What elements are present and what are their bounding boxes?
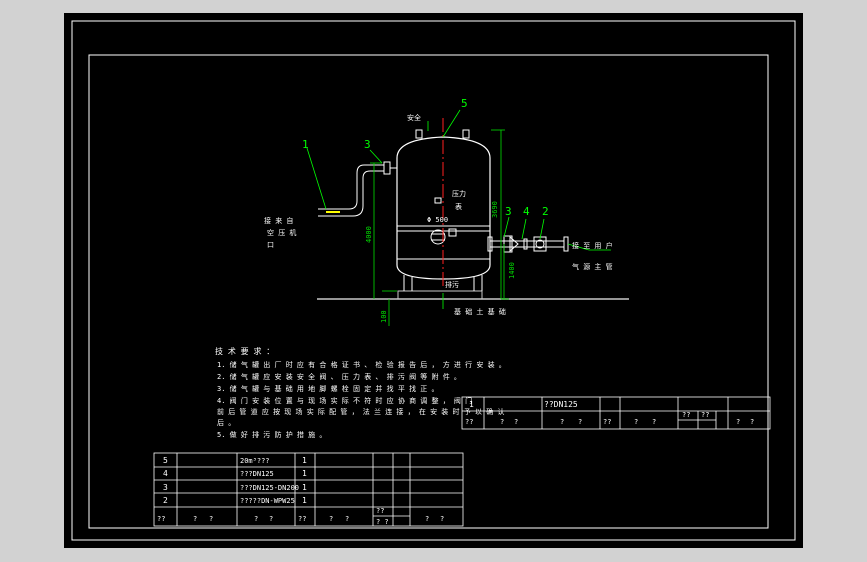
left-table-header: ? ? (376, 518, 389, 526)
dimension-lines (370, 129, 509, 326)
right-table-no: 1 (469, 400, 474, 409)
left-table-header: ? (209, 515, 213, 523)
dim-outlet-height: 1400 (508, 262, 516, 279)
left-table-no: 3 (163, 483, 168, 492)
label-foundation: 基 础 土 基 础 (454, 307, 506, 316)
left-table-name: ???DN125-DN200 (240, 484, 299, 492)
right-table-header: ? (750, 418, 754, 426)
label-inlet-3: 口 (267, 241, 274, 249)
label-outlet-1: 接 至 用 户 (572, 241, 613, 250)
inlet-pipe (318, 161, 397, 217)
label-inlet-2: 空 压 机 (267, 228, 296, 237)
outer-frame (71, 20, 796, 541)
left-table-header: ? (193, 515, 197, 523)
right-table-header: ? (634, 418, 638, 426)
right-table-header: ? (736, 418, 740, 426)
label-manhole: Φ 500 (427, 216, 448, 224)
left-table-header: ? (345, 515, 349, 523)
label-safety-valve: 安全 (407, 113, 421, 122)
callout-2: 2 (542, 205, 549, 218)
left-table-no: 4 (163, 469, 168, 478)
note-line: 前 后 管 道 应 按 现 场 实 际 配 管 ， 法 兰 连 接 ， 在 安 … (217, 407, 504, 416)
right-table-header: ?? (603, 418, 611, 426)
note-line: 3. 储 气 罐 与 基 础 用 地 脚 螺 栓 固 定 并 找 平 找 正 。 (217, 384, 439, 393)
left-table-header: ? (440, 515, 444, 523)
left-table-header: ? (329, 515, 333, 523)
left-table-qty: 1 (302, 496, 307, 505)
right-table-header: ?? (701, 411, 709, 419)
left-table-header: ?? (376, 507, 384, 515)
left-table-qty: 1 (302, 469, 307, 478)
dim-base-height: 100 (380, 310, 388, 323)
left-table-no: 2 (163, 496, 168, 505)
right-table-header: ? (560, 418, 564, 426)
left-table-header: ? (254, 515, 258, 523)
left-table-header: ? (425, 515, 429, 523)
label-pressure-sub: 表 (455, 202, 462, 211)
left-table-header: ? (269, 515, 273, 523)
note-line: 后 。 (217, 418, 235, 427)
label-outlet-2: 气 源 主 管 (572, 262, 613, 271)
left-table-no: 5 (163, 456, 168, 465)
drawing-canvas: 1 3 5 3 4 2 安全 压力 表 接 来 自 空 压 机 口 接 至 用 … (71, 20, 796, 541)
right-table-name: ??DN125 (544, 400, 578, 409)
callout-3-left: 3 (364, 138, 371, 151)
left-table-name: ?????DN-WPW25 (240, 497, 295, 505)
right-table-header: ? (578, 418, 582, 426)
left-table-name: 20m³??? (240, 457, 270, 465)
callout-1: 1 (302, 138, 309, 151)
callout-4: 4 (523, 205, 530, 218)
left-table-header: ?? (298, 515, 306, 523)
foundation-block (397, 290, 483, 300)
right-table-header: ?? (682, 411, 690, 419)
note-line: 4. 阀 门 安 装 位 置 与 现 场 实 际 不 符 时 应 协 商 调 整… (217, 396, 472, 405)
label-drain: 排污 (445, 280, 459, 289)
left-table-qty: 1 (302, 483, 307, 492)
note-line: 2. 储 气 罐 应 安 装 安 全 阀 、 压 力 表 、 排 污 阀 等 附… (217, 372, 461, 381)
cad-viewport[interactable]: 1 3 5 3 4 2 安全 压力 表 接 来 自 空 压 机 口 接 至 用 … (64, 13, 803, 548)
note-line: 5. 做 好 排 污 防 护 措 施 。 (217, 430, 326, 439)
left-table-header: ?? (157, 515, 165, 523)
right-table-header: ? (500, 418, 504, 426)
parts-table-left (153, 452, 464, 527)
right-table-header: ?? (465, 418, 473, 426)
callout-3-right: 3 (505, 205, 512, 218)
pressure-gauge (434, 197, 442, 204)
parts-table-right (461, 396, 771, 430)
note-line: 1. 储 气 罐 出 厂 时 应 有 合 格 证 书 、 检 验 报 告 后 ，… (217, 360, 506, 369)
right-table-header: ? (514, 418, 518, 426)
dim-total-height: 3690 (491, 201, 499, 218)
dim-vessel-height: 4000 (365, 226, 373, 243)
notes-title: 技 术 要 求 ： (215, 346, 274, 356)
label-pressure: 压力 (452, 189, 466, 198)
callout-5: 5 (461, 97, 468, 110)
left-table-qty: 1 (302, 456, 307, 465)
outlet-pipe (487, 235, 569, 253)
label-inlet-1: 接 来 自 (264, 216, 293, 225)
right-table-header: ? (652, 418, 656, 426)
left-table-name: ???DN125 (240, 470, 274, 478)
